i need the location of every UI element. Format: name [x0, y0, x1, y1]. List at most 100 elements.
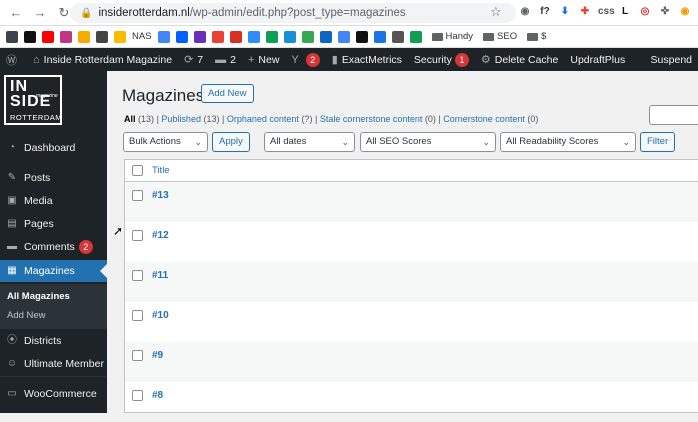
new-content-menu[interactable]: + New	[242, 48, 285, 71]
sidebar-item-ultimate-member[interactable]: ☺ Ultimate Member	[0, 353, 107, 375]
box-bookmark-icon[interactable]	[193, 30, 206, 43]
filter-stale-cornerstone[interactable]: Stale cornerstone content	[320, 114, 423, 124]
delete-cache-menu[interactable]: ⚙ Delete Cache	[475, 48, 565, 71]
lastpass-icon[interactable]: L	[618, 5, 632, 19]
row-checkbox[interactable]	[132, 230, 143, 241]
analytics-bookmark-icon[interactable]	[78, 30, 90, 43]
sidebar-item-pages[interactable]: ▤ Pages	[0, 213, 107, 235]
updraftplus-menu[interactable]: UpdraftPlus	[564, 48, 631, 71]
plus-bookmark-icon[interactable]	[409, 30, 422, 43]
filter-stale-count: (0)	[424, 114, 436, 124]
apply-button[interactable]: Apply	[212, 132, 250, 152]
filter-published[interactable]: Published	[161, 114, 201, 124]
ring-bookmark-icon[interactable]	[211, 30, 224, 43]
puzzle-icon[interactable]: ✜	[658, 5, 672, 19]
row-title-link[interactable]: #9	[152, 350, 163, 361]
readability-scores-select[interactable]: All Readability Scores ⌄	[500, 132, 636, 152]
site-name-menu[interactable]: ⌂ Inside Rotterdam Magazine	[27, 48, 178, 71]
instagram-bookmark-icon[interactable]	[60, 30, 72, 43]
select-all-checkbox[interactable]	[132, 165, 143, 176]
submenu-add-new[interactable]: Add New	[7, 310, 46, 321]
filter-cornerstone[interactable]: Cornerstone content	[443, 114, 525, 124]
column-title[interactable]: Title	[152, 165, 170, 176]
wordpress-bookmark-icon[interactable]	[6, 30, 18, 43]
comments-count: 2	[230, 53, 236, 66]
add-new-button[interactable]: Add New	[201, 84, 254, 103]
row-checkbox[interactable]	[132, 190, 143, 201]
z-bookmark-icon[interactable]	[247, 30, 260, 43]
row-title-link[interactable]: #11	[152, 270, 168, 281]
sidebar-item-posts[interactable]: ✎ Posts	[0, 167, 107, 189]
row-title-link[interactable]: #13	[152, 190, 169, 201]
bookmark-nas[interactable]: NAS	[132, 31, 152, 42]
updates-icon: ⟳	[184, 54, 194, 66]
search-input[interactable]	[649, 105, 698, 125]
chevron-down-icon: ⌄	[341, 137, 349, 147]
address-bar[interactable]: 🔒 insiderotterdam.nl/wp-admin/edit.php?p…	[70, 3, 516, 23]
table-row: #11	[125, 262, 698, 302]
exactmetrics-menu[interactable]: ▮ ExactMetrics	[326, 48, 408, 71]
dropbox-bookmark-icon[interactable]	[175, 30, 188, 43]
sidebar-item-dashboard[interactable]: ◔ Dashboard	[0, 137, 107, 159]
dates-select[interactable]: All dates ⌄	[264, 132, 355, 152]
globe-bookmark-icon[interactable]	[265, 30, 278, 43]
sidebar-item-comments[interactable]: ▬ Comments 2	[0, 236, 107, 258]
sidebar-item-woocommerce[interactable]: ▭ WooCommerce	[0, 383, 107, 405]
folder-icon	[483, 32, 495, 41]
chatgpt-bookmark-icon[interactable]	[24, 30, 36, 43]
bookmark-folder[interactable]: SEO	[483, 31, 517, 42]
row-checkbox[interactable]	[132, 310, 143, 321]
back-icon[interactable]: ←	[8, 5, 24, 21]
row-checkbox[interactable]	[132, 390, 143, 401]
row-title-link[interactable]: #10	[152, 310, 169, 321]
acrobat-bookmark-icon[interactable]	[229, 30, 242, 43]
bookmark-folder[interactable]: $	[527, 31, 546, 42]
yoast-menu[interactable]: Y2	[285, 48, 325, 71]
bulk-actions-select[interactable]: Bulk Actions ⌄	[123, 132, 208, 152]
filter-button[interactable]: Filter	[640, 132, 676, 152]
updates-menu[interactable]: ⟳ 7	[178, 48, 209, 71]
stop-icon[interactable]: ◉	[678, 5, 692, 19]
bluesky-bookmark-icon[interactable]	[337, 30, 350, 43]
seo-scores-select[interactable]: All SEO Scores ⌄	[360, 132, 496, 152]
admin-sidebar: IN SIDE magazine ROTTERDAM ◔ Dashboard ✎ P…	[0, 71, 107, 413]
color-icon[interactable]: ✚	[578, 5, 592, 19]
youtube-bookmark-icon[interactable]	[42, 30, 54, 43]
forward-icon[interactable]: →	[32, 5, 48, 21]
hand-bookmark-icon[interactable]	[114, 30, 126, 43]
t-bookmark-icon[interactable]	[355, 30, 368, 43]
linkedin-bookmark-icon[interactable]	[319, 30, 332, 43]
comments-menu[interactable]: ▬ 2	[209, 48, 242, 71]
security-menu[interactable]: Security 1	[408, 48, 475, 71]
formula-icon[interactable]: f?	[538, 5, 552, 19]
edge-bookmark-icon[interactable]	[283, 30, 296, 43]
target-icon[interactable]: ◎	[638, 5, 652, 19]
updraft-label: UpdraftPlus	[570, 53, 626, 66]
photo-bookmark-icon[interactable]	[301, 30, 314, 43]
sidebar-item-magazines[interactable]: ▦ Magazines	[0, 260, 107, 282]
download-icon[interactable]: ⬇	[558, 5, 572, 19]
suspend-menu[interactable]: Suspend	[645, 48, 698, 71]
site-logo[interactable]: IN SIDE magazine ROTTERDAM	[4, 75, 62, 125]
wifi-bookmark-icon[interactable]	[96, 30, 108, 43]
submenu-all-magazines[interactable]: All Magazines	[7, 291, 70, 302]
security-label: Security	[413, 53, 452, 66]
sidebar-item-media[interactable]: ▣ Media	[0, 190, 107, 212]
bookmark-folder[interactable]: Handy	[431, 31, 473, 42]
cat-bookmark-icon[interactable]	[391, 30, 404, 43]
filter-orphaned[interactable]: Orphaned content	[227, 114, 299, 124]
row-checkbox[interactable]	[132, 350, 143, 361]
row-checkbox[interactable]	[132, 270, 143, 281]
filter-all[interactable]: All	[124, 114, 136, 124]
wp-logo-menu[interactable]: Ⓦ	[0, 48, 27, 71]
row-title-link[interactable]: #8	[152, 390, 163, 401]
arrow-bookmark-icon[interactable]	[373, 30, 386, 43]
translate-bookmark-icon[interactable]	[157, 30, 170, 43]
camera-icon[interactable]: ◉	[518, 5, 532, 19]
sidebar-item-districts[interactable]: ⦿ Districts	[0, 330, 107, 352]
folder-icon	[431, 32, 443, 41]
row-title-link[interactable]: #12	[152, 230, 169, 241]
css-icon[interactable]: css	[598, 5, 615, 19]
table-row: #8	[125, 382, 698, 422]
bookmark-star-icon[interactable]: ☆	[490, 4, 502, 20]
